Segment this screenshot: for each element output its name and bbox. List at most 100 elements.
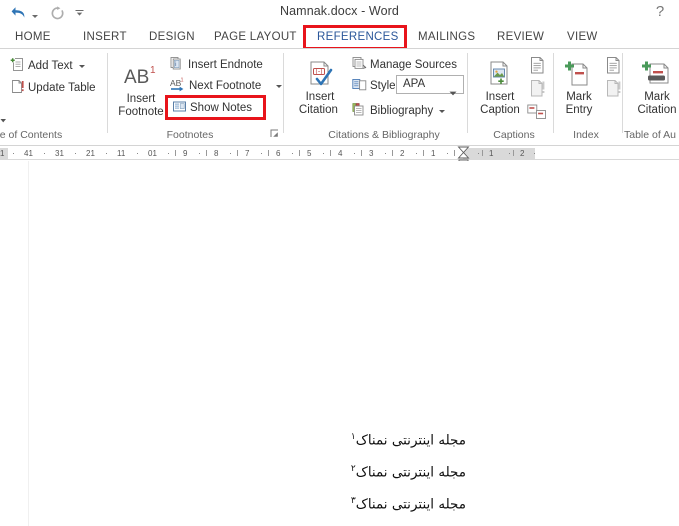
tab-references[interactable]: REFERENCES: [310, 26, 406, 49]
ruler-tick-11: 11: [117, 149, 126, 158]
update-table-icon: [10, 79, 25, 97]
ruler-tick-1a: 1: [0, 149, 5, 158]
insert-citation-button[interactable]: (-) Insert Citation: [294, 57, 346, 117]
mark-entry-label: Mark: [566, 91, 592, 103]
tab-review[interactable]: REVIEW: [490, 26, 551, 49]
manage-sources-button[interactable]: Manage Sources: [352, 56, 457, 74]
page-left-edge: [28, 161, 29, 526]
bibliography-button[interactable]: Bibliography: [352, 102, 446, 120]
insert-endnote-button[interactable]: i Insert Endnote: [170, 56, 263, 74]
group-label-index: Index: [573, 129, 599, 141]
add-text-button[interactable]: Add Text: [10, 57, 85, 75]
tab-view[interactable]: VIEW: [560, 26, 605, 49]
show-notes-label: Show Notes: [190, 102, 253, 114]
tab-mailings[interactable]: MAILINGS: [411, 26, 482, 49]
svg-text:i: i: [175, 62, 176, 68]
insert-endnote-label: Insert Endnote: [188, 59, 263, 71]
citation-style-dropdown[interactable]: APA: [396, 75, 464, 96]
horizontal-ruler[interactable]: 1 41 31 21 11 01 9 8 7 6 5 4 3 2 1 1 2: [0, 146, 679, 167]
group-separator-1: [107, 53, 108, 133]
insert-index-button[interactable]: [605, 56, 622, 80]
citation-style-dropdown-icon[interactable]: [449, 83, 457, 101]
add-text-dropdown-icon[interactable]: [78, 64, 85, 68]
ruler-text-area: [8, 148, 463, 159]
ruler-tick-01: 01: [148, 149, 157, 158]
ribbon-tab-strip: HOME INSERT DESIGN PAGE LAYOUT REFERENCE…: [0, 25, 679, 50]
insert-table-of-figures-icon: [529, 56, 546, 80]
bibliography-dropdown-icon[interactable]: [439, 109, 446, 113]
mark-entry-label2: Entry: [565, 104, 593, 116]
ruler-tick-r1: 1: [489, 149, 494, 158]
cross-reference-icon: [527, 103, 547, 126]
group-label-citations-and-bibliography: Citations & Bibliography: [328, 129, 440, 141]
group-separator-2: [283, 53, 284, 133]
style-label: Style:: [370, 80, 399, 92]
insert-footnote-label2: Footnote: [118, 106, 164, 118]
help-icon[interactable]: ?: [651, 3, 669, 21]
bibliography-label: Bibliography: [370, 105, 434, 117]
manage-sources-icon: [352, 56, 367, 74]
update-table-small-icon: [529, 79, 546, 103]
svg-text:(-): (-): [316, 69, 323, 76]
group-separator-3: [467, 53, 468, 133]
next-footnote-button[interactable]: AB 1 Next Footnote: [170, 77, 283, 95]
add-text-icon: [10, 57, 25, 75]
group-label-table-of-contents: e of Contents: [0, 129, 63, 141]
style-label-row: Style:: [352, 77, 399, 95]
ruler-tick-8: 8: [214, 149, 219, 158]
show-notes-button[interactable]: Show Notes: [172, 99, 252, 117]
update-index-icon: [605, 79, 622, 103]
table-of-contents-dropdown-icon[interactable]: [0, 111, 8, 129]
update-table-small-button[interactable]: [529, 79, 546, 103]
insert-footnote-button[interactable]: AB 1 Insert Footnote: [117, 59, 165, 119]
insert-endnote-icon: i: [170, 56, 185, 74]
ruler-tick-6: 6: [276, 149, 281, 158]
document-line-1[interactable]: مجله اینترنتی نمناک۱: [351, 432, 466, 449]
insert-footnote-label: Insert: [126, 93, 156, 105]
group-separator-5: [622, 53, 623, 133]
document-line-2-text: مجله اینترنتی نمناک: [355, 464, 466, 481]
ruler-tick-21: 21: [86, 149, 95, 158]
insert-table-of-figures-button[interactable]: [529, 56, 546, 80]
ruler-tick-5: 5: [307, 149, 312, 158]
tab-design[interactable]: DESIGN: [142, 26, 202, 49]
ruler-tick-7: 7: [245, 149, 250, 158]
mark-citation-button[interactable]: Mark Citation: [630, 57, 679, 117]
mark-entry-button[interactable]: Mark Entry: [556, 57, 602, 117]
mark-citation-label: Mark: [644, 91, 670, 103]
svg-text:1: 1: [181, 78, 184, 84]
insert-footnote-icon: AB 1: [122, 59, 160, 93]
document-canvas[interactable]: مجله اینترنتی نمناک۱ مجله اینترنتی نمناک…: [0, 161, 679, 526]
style-icon: [352, 77, 367, 95]
ruler-tick-3: 3: [369, 149, 374, 158]
group-label-table-of-authorities: Table of Au: [624, 129, 676, 141]
tab-page-layout[interactable]: PAGE LAYOUT: [207, 26, 304, 49]
update-index-button[interactable]: [605, 79, 622, 103]
update-table-label: Update Table: [28, 82, 96, 94]
footnotes-dialog-launcher-icon[interactable]: [270, 129, 279, 138]
ruler-tick-2: 2: [400, 149, 405, 158]
citation-style-value: APA: [403, 78, 426, 90]
next-footnote-icon: AB 1: [170, 77, 186, 95]
mark-entry-icon: [564, 57, 594, 91]
insert-citation-label2: Citation: [298, 104, 342, 116]
tab-insert[interactable]: INSERT: [76, 26, 134, 49]
cross-reference-button[interactable]: [527, 103, 547, 126]
insert-caption-button[interactable]: Insert Caption: [474, 57, 526, 117]
tab-home[interactable]: HOME: [8, 26, 58, 49]
ruler-tick-9: 9: [183, 149, 188, 158]
document-line-1-text: مجله اینترنتی نمناک: [355, 432, 466, 449]
group-label-captions: Captions: [493, 129, 535, 141]
document-line-3[interactable]: مجله اینترنتی نمناک۳: [351, 496, 466, 513]
insert-caption-icon: [486, 57, 514, 91]
next-footnote-dropdown-icon[interactable]: [276, 84, 283, 88]
bibliography-icon: [352, 102, 367, 120]
insert-citation-label: Insert: [305, 91, 335, 103]
title-bar: Namnak.docx - Word ?: [0, 0, 679, 26]
ruler-tick-31: 31: [55, 149, 64, 158]
document-line-3-text: مجله اینترنتی نمناک: [355, 496, 466, 513]
update-table-button[interactable]: Update Table: [10, 79, 96, 97]
next-footnote-label: Next Footnote: [189, 80, 262, 92]
word-application-window: Namnak.docx - Word ? HOME INSERT DESIGN …: [0, 0, 679, 526]
document-line-2[interactable]: مجله اینترنتی نمناک۲: [351, 464, 466, 481]
